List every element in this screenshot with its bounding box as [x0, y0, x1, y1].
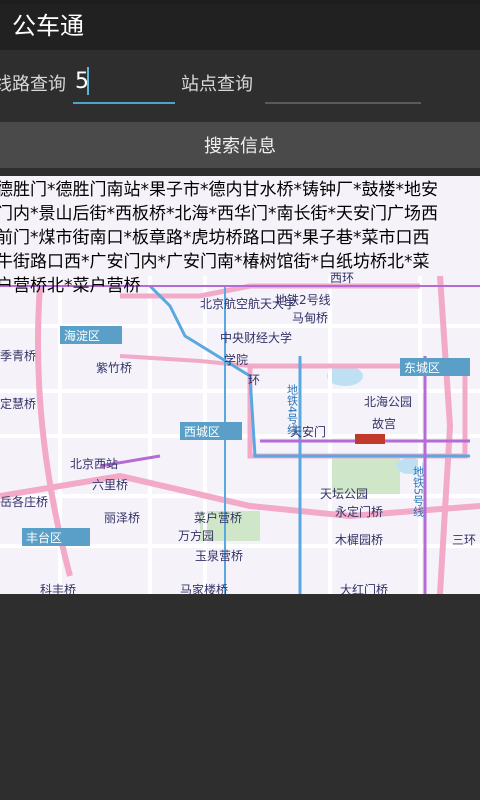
route-search-label: 线路查询	[0, 74, 66, 95]
route-stops-line: 德胜门*德胜门南站*果子市*德内甘水桥*铸钟厂*鼓楼*地安	[0, 180, 438, 200]
district-label: 丰台区	[26, 530, 62, 545]
map-label: 马家楼桥	[180, 582, 228, 594]
map-label: 定慧桥	[0, 396, 36, 411]
text-cursor	[87, 67, 89, 95]
palace-marker	[355, 434, 385, 444]
map-label: 中央财经大学	[220, 330, 292, 345]
district-label: 海淀区	[64, 328, 100, 343]
map-label: 玉泉营桥	[195, 549, 243, 563]
map-label: 三环	[452, 533, 476, 547]
stop-search-label: 站点查询	[181, 74, 253, 95]
stop-search-input[interactable]	[265, 60, 421, 104]
map-label: 六里桥	[92, 478, 128, 492]
district-label: 西城区	[184, 425, 220, 439]
map-label: 故宫	[372, 416, 396, 431]
map-label: 马甸桥	[292, 311, 328, 325]
map-label: 地铁5号线	[412, 466, 425, 517]
map-label: 北海公园	[364, 394, 412, 409]
route-stops-line: 门内*景山后街*西板桥*北海*西华门*南长街*天安门广场西	[0, 204, 438, 224]
map-label: 丽泽桥	[104, 511, 140, 525]
map-label: 万方园	[178, 528, 214, 543]
route-stops-line: 户营桥北*菜户营桥	[0, 276, 141, 296]
search-button[interactable]: 搜索信息	[0, 122, 480, 168]
district-label: 东城区	[404, 361, 440, 375]
map-label: 紫竹桥	[96, 361, 132, 375]
map-label: 环	[248, 373, 260, 387]
search-row: 线路查询 站点查询	[0, 50, 480, 120]
map-label: 科丰桥	[40, 583, 76, 594]
title-bar: 公车通	[0, 4, 480, 50]
route-stops-text: 德胜门*德胜门南站*果子市*德内甘水桥*铸钟厂*鼓楼*地安 门内*景山后街*西板…	[0, 178, 480, 298]
route-stops-line: 前门*煤市街南口*板章路*虎坊桥路口西*果子巷*菜市口西	[0, 228, 430, 248]
map-label: 北京西站	[70, 457, 118, 471]
map-label: 菜户营桥	[194, 510, 242, 525]
map-label: 天坛公园	[320, 487, 368, 501]
map-label: 岳各庄桥	[0, 494, 48, 509]
map-panel[interactable]: 北京航空航天大学 西环 地铁2号线 马甸桥 中央财经大学 学院 紫竹桥 环 北海…	[0, 176, 480, 594]
app-title: 公车通	[12, 12, 84, 40]
map-label: 永定门桥	[335, 504, 383, 519]
map-label: 地铁4号线	[286, 384, 299, 435]
route-stops-line: 牛街路口西*广安门内*广安门南*椿树馆街*白纸坊桥北*菜	[0, 252, 430, 272]
map-label: 季青桥	[0, 349, 36, 363]
map-label: 木樨园桥	[335, 533, 383, 547]
map-label: 大红门桥	[340, 582, 388, 594]
lake	[327, 366, 363, 386]
map-label: 学院	[224, 352, 248, 367]
